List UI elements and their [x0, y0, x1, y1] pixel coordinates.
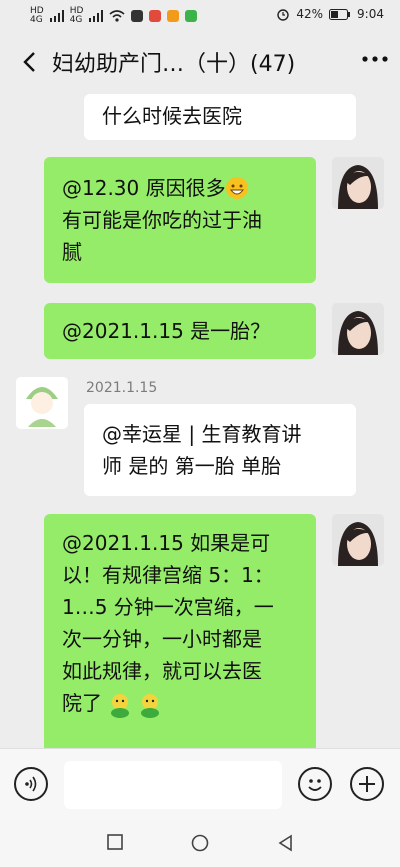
plus-icon — [359, 776, 375, 792]
voice-icon — [25, 776, 37, 792]
cartoon-avatar — [16, 377, 68, 429]
message-text: 有可能是你吃的过于油 — [62, 208, 262, 232]
user-avatar-photo — [332, 514, 384, 566]
network-label: 4G — [30, 15, 43, 25]
cartoon-emoji-icon — [141, 693, 159, 718]
sender-name: 2021.1.15 — [86, 380, 158, 396]
message-bubble[interactable]: @2021.1.15 是一胎？ — [44, 303, 316, 359]
wifi-icon — [109, 10, 125, 22]
more-button[interactable] — [360, 44, 390, 81]
message-text: 师 是的 第一胎 单胎 — [102, 454, 282, 478]
avatar[interactable] — [332, 157, 384, 209]
input-bar — [0, 748, 400, 821]
message-text: 以！有规律宫缩 5：1： — [62, 563, 274, 587]
clock: 9:04 — [357, 7, 384, 21]
recent-apps-button[interactable] — [106, 833, 126, 853]
message-text: 如此规律，就可以去医 — [62, 659, 262, 683]
alarm-icon — [277, 9, 290, 21]
message-text: @2021.1.15 如果是可 — [62, 531, 271, 555]
message-text: 次一分钟，一小时都是 — [62, 627, 262, 651]
user-avatar-photo — [332, 157, 384, 209]
signal-icon — [49, 10, 64, 22]
message-text: @12.30 原因很多 — [62, 176, 226, 200]
user-avatar-photo — [332, 303, 384, 355]
emoji-icon — [308, 779, 322, 791]
voice-button[interactable] — [14, 767, 48, 801]
avatar[interactable] — [332, 514, 384, 566]
notification-icon — [167, 10, 180, 22]
cartoon-emoji-icon — [111, 693, 129, 718]
more-icon — [362, 56, 388, 62]
chat-area[interactable]: 什么时候去医院 @12.30 原因很多 有可能是你吃的过于油 腻 @2021.1… — [0, 94, 400, 748]
avatar[interactable] — [16, 377, 68, 429]
back-arrow-icon — [23, 52, 35, 72]
notification-icon — [131, 10, 144, 22]
message-bubble[interactable]: @幸运星 | 生育教育讲 师 是的 第一胎 单胎 — [84, 404, 356, 496]
message-text: @2021.1.15 是一胎？ — [62, 319, 271, 343]
system-nav-bar — [0, 820, 400, 867]
status-left: HD 4G HD 4G — [30, 7, 198, 25]
back-nav-button[interactable] — [276, 833, 296, 853]
chat-title: 妇幼助产门…（十）(47) — [52, 52, 296, 77]
sim2-indicator: HD 4G — [70, 7, 84, 25]
chat-header: 妇幼助产门…（十）(47) — [0, 30, 400, 94]
message-bubble[interactable]: @12.30 原因很多 有可能是你吃的过于油 腻 — [44, 157, 316, 283]
status-bar: HD 4G HD 4G 42% 9:04 — [0, 0, 400, 30]
sim1-indicator: HD 4G — [30, 7, 44, 25]
battery-icon — [329, 8, 351, 20]
emoji-button[interactable] — [298, 767, 332, 801]
message-input[interactable] — [64, 761, 282, 809]
notification-icon — [185, 10, 198, 22]
message-bubble[interactable]: 什么时候去医院 — [84, 94, 356, 140]
message-bubble[interactable]: @2021.1.15 如果是可 以！有规律宫缩 5：1： 1…5 分钟一次宫缩，… — [44, 514, 316, 748]
message-text: @幸运星 | 生育教育讲 — [102, 422, 302, 446]
message-text: 什么时候去医院 — [102, 104, 242, 128]
home-button[interactable] — [190, 833, 210, 853]
notification-icon — [149, 10, 162, 22]
back-button[interactable] — [14, 44, 44, 80]
signal-icon — [89, 10, 104, 22]
grinning-emoji-icon — [225, 176, 248, 199]
message-text: 院了 — [62, 691, 102, 715]
message-text: 腻 — [62, 240, 82, 264]
plus-button[interactable] — [350, 767, 384, 801]
status-right: 42% 9:04 — [276, 7, 384, 21]
network-label: 4G — [69, 15, 83, 25]
battery-percent: 42% — [296, 7, 324, 21]
avatar[interactable] — [332, 303, 384, 355]
message-text: 1…5 分钟一次宫缩，一 — [62, 595, 274, 619]
